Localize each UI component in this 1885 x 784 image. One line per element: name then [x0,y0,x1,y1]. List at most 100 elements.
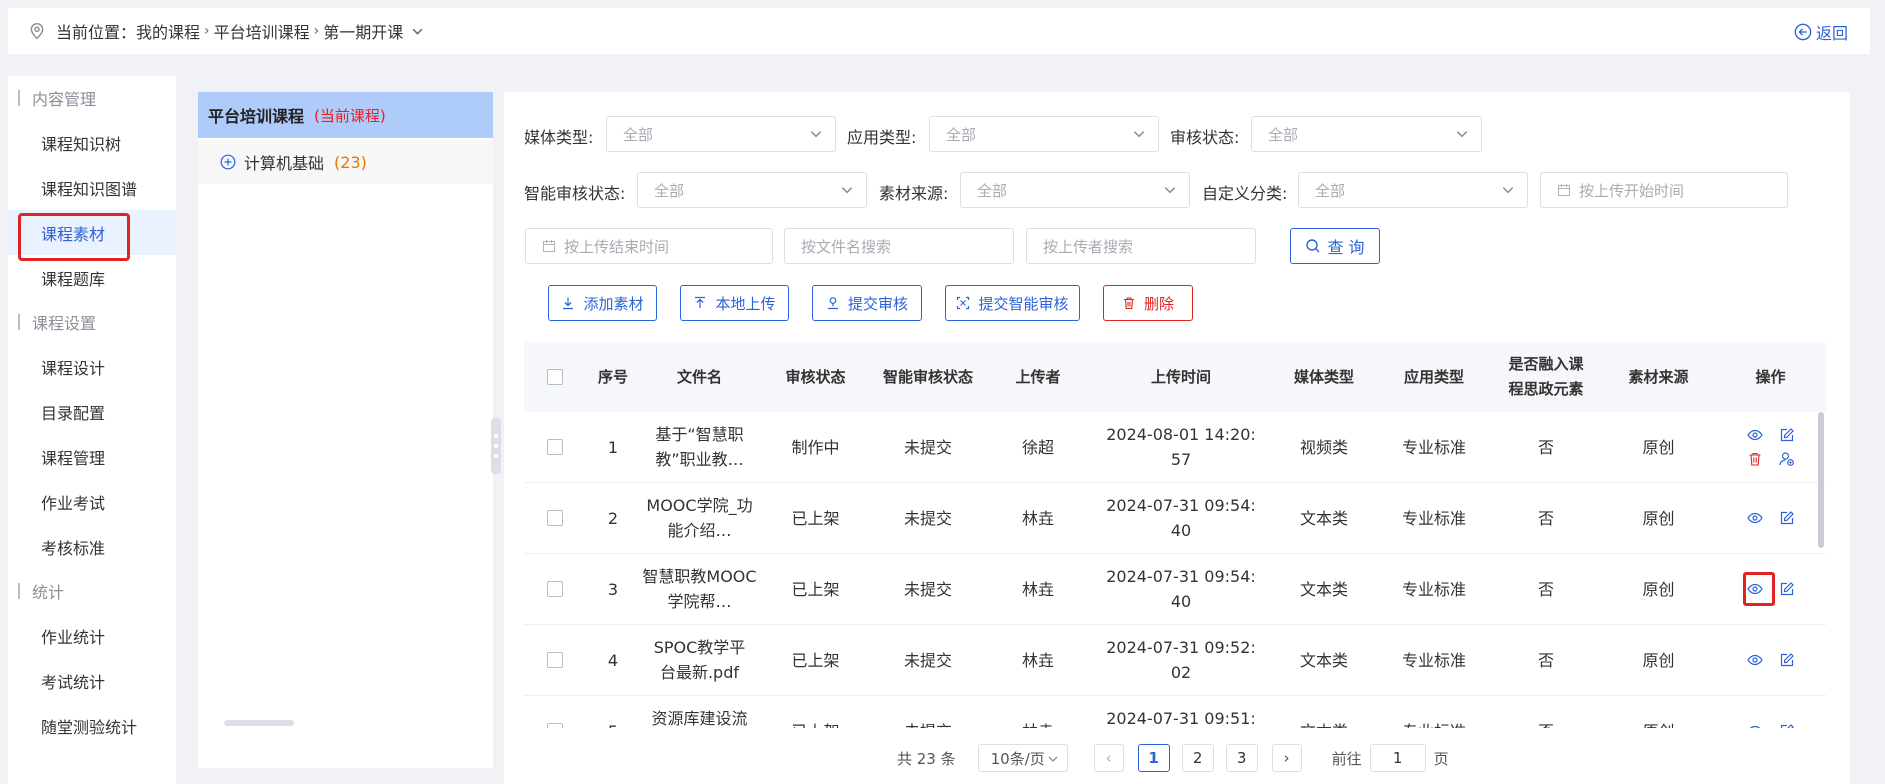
trash-icon[interactable] [1747,451,1763,467]
edit-icon[interactable] [1779,652,1795,668]
back-button[interactable]: 返回 [1794,20,1848,44]
row-checkbox[interactable] [547,439,563,455]
course-tree-panel: 平台培训课程 (当前课程) 计算机基础 (23) [198,92,493,768]
sidebar-item-homework-stats[interactable]: 作业统计 [8,613,176,658]
sidebar-item-knowledge-graph[interactable]: 课程知识图谱 [8,165,176,210]
goto-page-input[interactable]: 1 [1369,744,1426,772]
sidebar-item-course-materials[interactable]: 课程素材 [8,210,176,255]
app-type-select[interactable]: 全部 [929,116,1159,152]
submit-ai-review-button[interactable]: 提交智能审核 [945,285,1080,321]
edit-icon[interactable] [1779,581,1795,597]
row-source: 原创 [1642,437,1675,457]
eye-icon[interactable] [1747,723,1763,728]
sidebar-group-stats: 统计 [8,569,176,613]
row-app-type: 专业标准 [1401,508,1466,528]
row-uploader: 徐超 [1021,437,1054,457]
chevron-down-icon [1133,131,1145,138]
eye-icon[interactable] [1746,427,1763,443]
header-ops: 操作 [1755,367,1786,386]
row-review-status: 已上架 [791,579,840,599]
media-type-select[interactable]: 全部 [606,116,836,152]
edit-icon[interactable] [1779,427,1795,443]
sidebar-item-assessment[interactable]: 考核标准 [8,524,176,569]
page-1[interactable]: 1 [1137,744,1170,772]
sidebar-item-course-design[interactable]: 课程设计 [8,344,176,389]
upload-end-date-input[interactable]: 按上传结束时间 [525,228,773,264]
sidebar-item-quiz-stats[interactable]: 随堂测验统计 [8,703,176,748]
row-review-status: 已上架 [791,650,840,670]
local-upload-button[interactable]: 本地上传 [680,285,789,321]
row-filename[interactable]: MOOC学院_功能介绍… [640,493,759,543]
delete-button[interactable]: 删除 [1103,285,1193,321]
sidebar: 内容管理 课程知识树 课程知识图谱 课程素材 课程题库 课程设置 课程设计 目录… [8,76,176,784]
page-3[interactable]: 3 [1225,744,1258,772]
page-size-select[interactable]: 10条/页 [977,744,1068,772]
row-filename[interactable]: SPOC教学平台最新.pdf [640,635,759,685]
chevron-down-icon [841,187,853,194]
sidebar-item-knowledge-tree[interactable]: 课程知识树 [8,120,176,165]
header-source: 素材来源 [1628,367,1689,386]
query-button[interactable]: 查 询 [1290,228,1380,264]
sidebar-item-catalog-config[interactable]: 目录配置 [8,389,176,434]
row-ideology: 否 [1537,650,1554,670]
panel-resize-handle[interactable] [491,418,501,474]
sidebar-item-course-manage[interactable]: 课程管理 [8,434,176,479]
eye-icon[interactable] [1746,652,1763,668]
select-all-checkbox[interactable] [547,369,563,385]
add-material-button[interactable]: 添加素材 [548,285,657,321]
sidebar-item-homework-exam[interactable]: 作业考试 [8,479,176,524]
edit-icon[interactable] [1779,723,1795,728]
calendar-icon [543,240,555,252]
tree-node[interactable]: 计算机基础 (23) [198,140,493,184]
chevron-down-icon[interactable] [411,25,424,38]
row-media-type: 文本类 [1299,579,1348,599]
row-review-status: 已上架 [791,508,840,528]
row-review-status: 制作中 [791,437,840,457]
horizontal-scrollbar[interactable] [224,720,294,726]
breadcrumb-item-course[interactable]: 平台培训课程 [214,19,310,43]
breadcrumb-item-my-courses[interactable]: 我的课程 [136,19,200,43]
row-checkbox[interactable] [547,510,563,526]
eye-icon[interactable] [1746,510,1763,526]
prev-page-button[interactable]: ‹ [1093,744,1124,772]
row-filename[interactable]: 资源库建设流程… [640,706,759,728]
vertical-scrollbar[interactable] [1818,412,1824,548]
submit-review-button[interactable]: 提交审核 [812,285,922,321]
row-upload-time: 2024-08-01 14:20:57 [1106,425,1256,469]
row-app-type: 专业标准 [1378,719,1490,729]
row-upload-time: 2024-07-31 09:54:40 [1106,496,1256,540]
eye-icon[interactable] [1746,581,1763,597]
row-app-type: 专业标准 [1401,437,1466,457]
edit-icon[interactable] [1779,510,1795,526]
row-ai-status: 未提交 [903,437,952,457]
header-media-type: 媒体类型 [1293,367,1354,386]
page-2[interactable]: 2 [1181,744,1214,772]
row-filename[interactable]: 基于“智慧职教”职业教… [640,422,759,472]
table-header: 序号 文件名 审核状态 智能审核状态 上传者 上传时间 媒体类型 应用类型 是否… [524,342,1826,412]
next-page-button[interactable]: › [1271,744,1302,772]
sidebar-item-exam-stats[interactable]: 考试统计 [8,658,176,703]
filename-search-input[interactable]: 按文件名搜索 [784,228,1014,264]
tree-header[interactable]: 平台培训课程 (当前课程) [198,92,493,138]
row-checkbox[interactable] [547,723,563,728]
sidebar-item-question-bank[interactable]: 课程题库 [8,255,176,300]
header-ideology: 是否融入课程思政元素 [1508,355,1584,398]
user-settings-icon[interactable] [1778,451,1795,467]
breadcrumb-label: 当前位置： [56,23,137,42]
row-checkbox[interactable] [547,581,563,597]
uploader-search-input[interactable]: 按上传者搜索 [1026,228,1256,264]
ai-review-select[interactable]: 全部 [637,172,867,208]
breadcrumb-item-term[interactable]: 第一期开课 [323,19,403,43]
source-select[interactable]: 全部 [960,172,1190,208]
custom-category-select[interactable]: 全部 [1298,172,1528,208]
row-checkbox[interactable] [547,652,563,668]
upload-start-date-input[interactable]: 按上传开始时间 [1540,172,1788,208]
expand-plus-icon[interactable] [220,154,236,170]
row-ai-status: 未提交 [872,719,984,729]
header-app-type: 应用类型 [1403,367,1464,386]
header-review-status: 审核状态 [785,367,846,386]
sidebar-group-content: 内容管理 [8,76,176,120]
row-filename[interactable]: 智慧职教MOOC学院帮… [640,564,759,614]
row-media-type: 文本类 [1299,508,1348,528]
review-status-select[interactable]: 全部 [1251,116,1482,152]
